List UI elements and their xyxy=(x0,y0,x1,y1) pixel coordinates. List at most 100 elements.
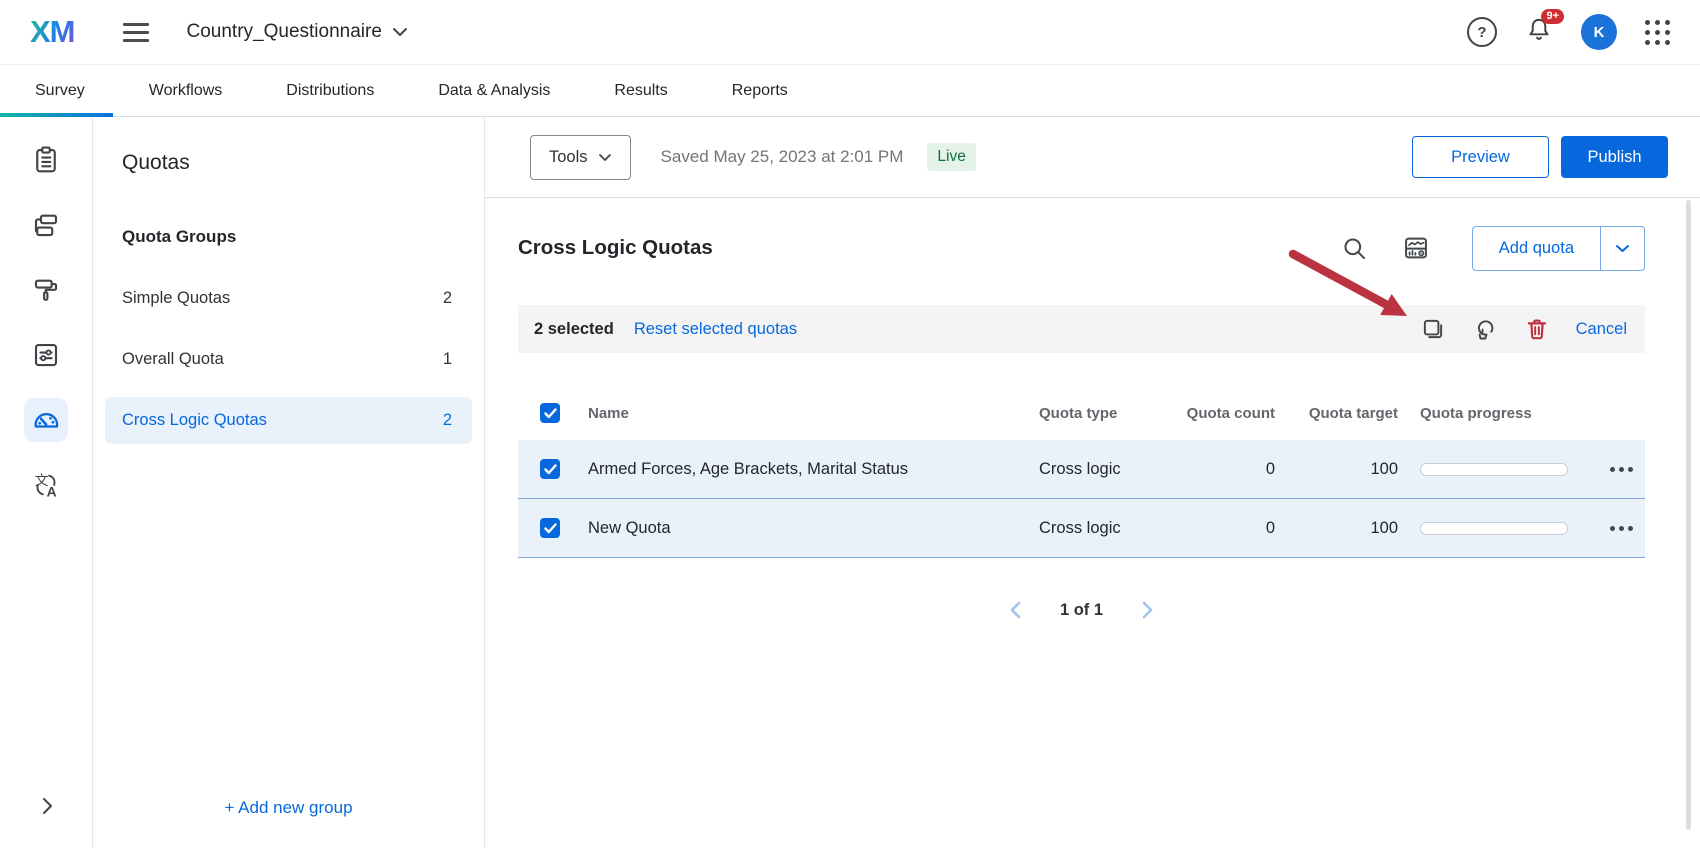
column-header-name: Name xyxy=(588,405,1039,422)
quota-count: 0 xyxy=(1182,519,1275,538)
add-new-group-button[interactable]: + Add new group xyxy=(93,798,484,818)
reset-selected-link[interactable]: Reset selected quotas xyxy=(634,320,797,339)
page-title: Cross Logic Quotas xyxy=(518,236,713,260)
quota-name: Armed Forces, Age Brackets, Marital Stat… xyxy=(588,460,1039,479)
quota-groups-panel: Quotas Quota Groups Simple Quotas 2 Over… xyxy=(93,117,485,848)
table-row[interactable]: Armed Forces, Age Brackets, Marital Stat… xyxy=(518,440,1645,499)
paint-roller-icon xyxy=(31,275,61,305)
row-checkbox[interactable] xyxy=(540,518,560,538)
chevron-right-icon xyxy=(40,796,54,816)
tab-survey[interactable]: Survey xyxy=(35,82,85,100)
group-label: Simple Quotas xyxy=(122,289,230,308)
survey-toolbar: Tools Saved May 25, 2023 at 2:01 PM Live… xyxy=(485,117,1700,198)
tab-workflows[interactable]: Workflows xyxy=(149,82,223,100)
row-options-menu-icon[interactable] xyxy=(1585,467,1645,472)
survey-flow-blocks-icon xyxy=(31,210,61,240)
row-options-menu-icon[interactable] xyxy=(1585,526,1645,531)
publish-button[interactable]: Publish xyxy=(1561,136,1668,178)
search-button[interactable] xyxy=(1341,235,1368,262)
tab-distributions[interactable]: Distributions xyxy=(286,82,374,100)
content-header: Cross Logic Quotas xyxy=(518,225,1645,271)
quota-progress-bar xyxy=(1420,522,1568,535)
quota-type: Cross logic xyxy=(1039,519,1182,538)
vertical-scrollbar[interactable] xyxy=(1686,200,1691,830)
quotas-gauge-icon xyxy=(31,405,61,435)
chevron-right-icon xyxy=(1141,600,1154,620)
group-label: Overall Quota xyxy=(122,350,224,369)
delete-trash-icon xyxy=(1524,316,1550,342)
help-icon[interactable]: ? xyxy=(1467,17,1497,47)
column-header-quota-target: Quota target xyxy=(1275,405,1398,422)
rail-quotas[interactable] xyxy=(24,398,68,442)
previous-page-button[interactable] xyxy=(1009,600,1022,620)
chart-report-icon xyxy=(1402,234,1430,262)
table-header-row: Name Quota type Quota count Quota target… xyxy=(518,386,1645,440)
group-item-cross-logic-quotas[interactable]: Cross Logic Quotas 2 xyxy=(105,397,472,444)
tab-data-analysis[interactable]: Data & Analysis xyxy=(438,82,550,100)
delete-quotas-button[interactable] xyxy=(1524,316,1550,342)
column-header-quota-type: Quota type xyxy=(1039,405,1182,422)
quota-progress-bar xyxy=(1420,463,1568,476)
export-quotas-button[interactable] xyxy=(1472,316,1498,342)
panel-title: Quotas xyxy=(122,151,484,175)
add-quota-dropdown-button[interactable] xyxy=(1600,227,1644,270)
cancel-selection-link[interactable]: Cancel xyxy=(1576,320,1627,339)
rail-expand-button[interactable] xyxy=(0,796,93,816)
hamburger-menu-icon[interactable] xyxy=(123,23,149,42)
live-status-badge: Live xyxy=(927,143,975,171)
translations-icon: 文 A xyxy=(31,470,61,500)
tools-label: Tools xyxy=(549,148,588,167)
row-checkbox[interactable] xyxy=(540,459,560,479)
quota-target: 100 xyxy=(1275,519,1398,538)
quota-report-button[interactable] xyxy=(1402,234,1430,262)
svg-text:A: A xyxy=(47,484,57,499)
chevron-down-icon xyxy=(598,153,612,162)
table-row[interactable]: New Quota Cross logic 0 100 xyxy=(518,499,1645,558)
preview-button[interactable]: Preview xyxy=(1412,136,1549,178)
left-icon-rail: 文 A xyxy=(0,117,93,848)
group-label: Cross Logic Quotas xyxy=(122,411,267,430)
rail-look-and-feel[interactable] xyxy=(24,268,68,312)
content-header-icons: Add quota xyxy=(1341,226,1645,271)
column-header-quota-progress: Quota progress xyxy=(1398,405,1585,422)
rail-survey-options[interactable] xyxy=(24,333,68,377)
next-page-button[interactable] xyxy=(1141,600,1154,620)
group-item-simple-quotas[interactable]: Simple Quotas 2 xyxy=(105,275,472,322)
quota-name: New Quota xyxy=(588,519,1039,538)
rail-translations[interactable]: 文 A xyxy=(24,463,68,507)
copy-quotas-button[interactable] xyxy=(1420,316,1446,342)
rail-survey-builder[interactable] xyxy=(24,138,68,182)
quota-groups-heading: Quota Groups xyxy=(122,227,484,247)
main-area: Tools Saved May 25, 2023 at 2:01 PM Live… xyxy=(485,117,1700,848)
checkmark-icon xyxy=(544,464,557,475)
tab-results[interactable]: Results xyxy=(614,82,667,100)
select-all-checkbox[interactable] xyxy=(540,403,560,423)
chevron-down-icon xyxy=(1615,244,1630,253)
survey-name-label: Country_Questionnaire xyxy=(187,21,382,43)
qualtrics-app: XM Country_Questionnaire ? 9+ K Survey W… xyxy=(0,0,1700,848)
checkmark-icon xyxy=(544,408,557,419)
top-bar: XM Country_Questionnaire ? 9+ K xyxy=(0,0,1700,65)
tools-button[interactable]: Tools xyxy=(530,135,631,180)
group-item-overall-quota[interactable]: Overall Quota 1 xyxy=(105,336,472,383)
notifications-button[interactable]: 9+ xyxy=(1525,16,1553,49)
xm-logo: XM xyxy=(30,14,75,50)
copy-icon xyxy=(1420,316,1446,342)
rail-survey-flow[interactable] xyxy=(24,203,68,247)
export-reset-icon xyxy=(1472,316,1498,342)
tab-reports[interactable]: Reports xyxy=(732,82,788,100)
toolbar-actions: Preview Publish xyxy=(1412,136,1668,178)
group-count: 2 xyxy=(443,289,452,308)
notification-badge: 9+ xyxy=(1541,9,1564,24)
survey-name-dropdown[interactable]: Country_Questionnaire xyxy=(187,21,408,43)
quota-target: 100 xyxy=(1275,460,1398,479)
apps-grid-icon[interactable] xyxy=(1645,20,1670,45)
add-quota-button[interactable]: Add quota xyxy=(1473,227,1600,270)
column-header-quota-count: Quota count xyxy=(1182,405,1275,422)
selection-bar: 2 selected Reset selected quotas xyxy=(518,305,1645,353)
quotas-table: Name Quota type Quota count Quota target… xyxy=(518,386,1645,558)
chevron-left-icon xyxy=(1009,600,1022,620)
group-count: 2 xyxy=(443,411,452,430)
sliders-icon xyxy=(31,340,61,370)
avatar[interactable]: K xyxy=(1581,14,1617,50)
